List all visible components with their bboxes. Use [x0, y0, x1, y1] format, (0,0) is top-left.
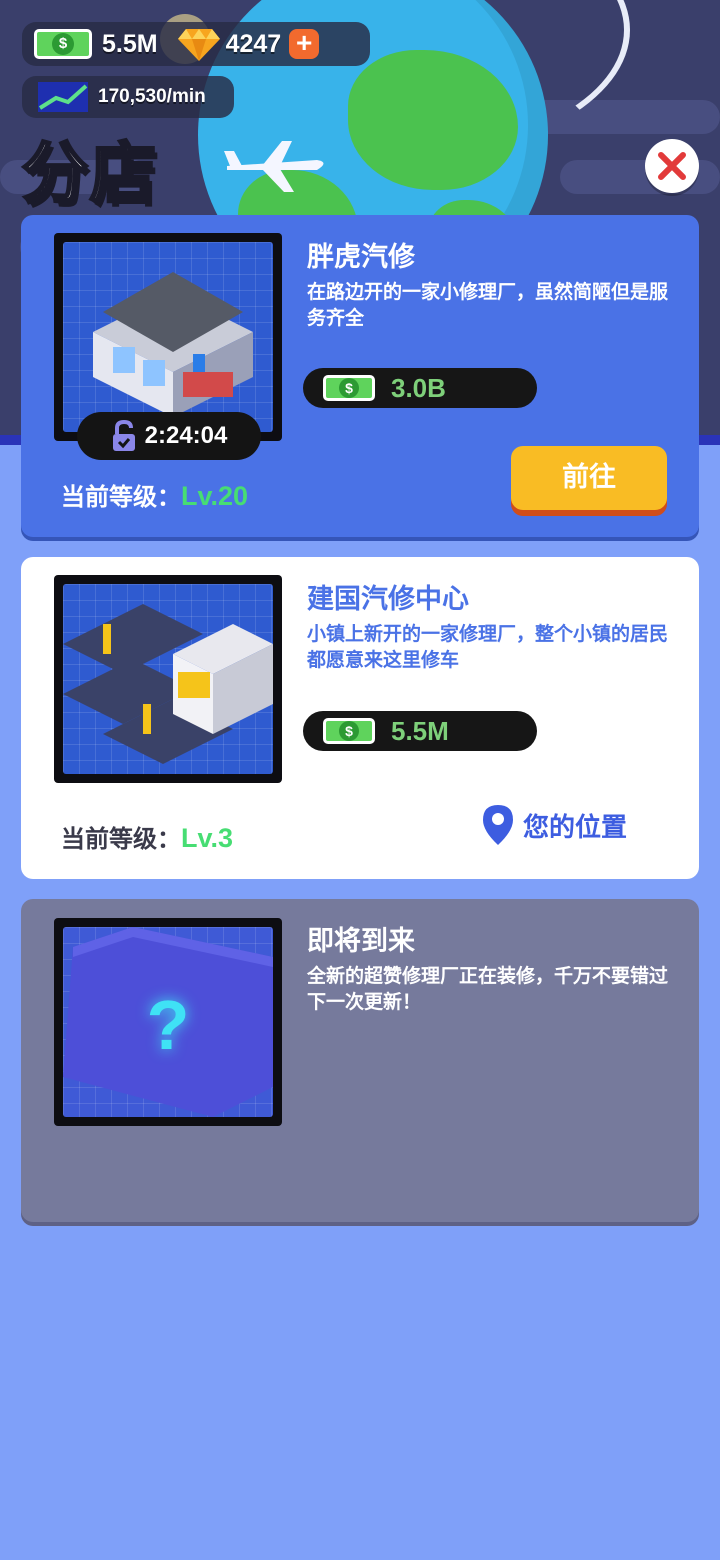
level-label: 当前等级：	[61, 825, 181, 853]
branch-description: 在路边开的一家小修理厂，虽然简陋但是服务齐全	[307, 281, 669, 329]
price-text: 5.5M	[391, 715, 449, 746]
location-pin-icon	[483, 805, 513, 845]
page-title: 分店	[21, 134, 158, 214]
branch-name: 即将到来	[307, 926, 415, 957]
branch-price: $ 5.5M	[303, 711, 537, 751]
income-graph-icon	[38, 82, 88, 112]
level-value: Lv.20	[181, 481, 249, 511]
location-label: 您的位置	[523, 812, 628, 843]
level-label: 当前等级：	[61, 483, 181, 511]
cash-amount: 5.5M	[102, 29, 158, 58]
your-location-indicator: 您的位置	[481, 803, 627, 847]
cash-bill-icon: $	[323, 718, 375, 744]
branch-card-jianguo: 建国汽修中心 小镇上新开的一家修理厂，整个小镇的居民都愿意来这里修车 $ 5.5…	[21, 557, 699, 879]
branch-thumbnail	[54, 575, 282, 783]
branch-card-coming-soon: ? 即将到来 全新的超赞修理厂正在装修，千万不要错过下一次更新！	[21, 899, 699, 1222]
add-gems-button[interactable]: +	[289, 29, 320, 59]
level-value: Lv.3	[181, 823, 234, 853]
branch-thumbnail	[54, 233, 282, 441]
branch-price: $ 3.0B	[303, 368, 537, 408]
income-rate-text: 170,530/min	[98, 86, 206, 107]
branch-name: 胖虎汽修	[307, 242, 415, 273]
padlock-unlock-icon	[112, 420, 135, 451]
go-button[interactable]: 前往	[511, 446, 667, 510]
timer-text: 2:24:04	[144, 422, 228, 449]
repair-center-illustration	[63, 604, 273, 764]
price-text: 3.0B	[391, 372, 446, 403]
current-level: 当前等级：Lv.20	[61, 477, 248, 512]
gem-amount: 4247	[225, 29, 282, 58]
airplane-icon	[224, 141, 324, 192]
branch-description: 全新的超赞修理厂正在装修，千万不要错过下一次更新！	[307, 965, 669, 1013]
branch-description: 小镇上新开的一家修理厂，整个小镇的居民都愿意来这里修车	[307, 623, 669, 671]
cash-bill-icon: $	[323, 375, 375, 401]
branch-thumbnail: ?	[54, 918, 282, 1126]
branch-name: 建国汽修中心	[307, 584, 469, 615]
current-level: 当前等级：Lv.3	[61, 819, 233, 854]
branch-card-panghu: 2:24:04 胖虎汽修 在路边开的一家小修理厂，虽然简陋但是服务齐全 $ 3.…	[21, 215, 699, 537]
question-mark-icon: ?	[146, 986, 190, 1064]
unlock-timer: 2:24:04	[77, 412, 261, 460]
income-rate-bar: 170,530/min	[22, 76, 234, 118]
garage-illustration	[93, 272, 253, 417]
close-button[interactable]	[645, 139, 699, 193]
currency-bar: $ 5.5M 4247 +	[22, 22, 370, 66]
gem-icon	[177, 29, 220, 61]
cash-bill-icon: $	[34, 29, 92, 59]
close-icon	[658, 152, 686, 180]
